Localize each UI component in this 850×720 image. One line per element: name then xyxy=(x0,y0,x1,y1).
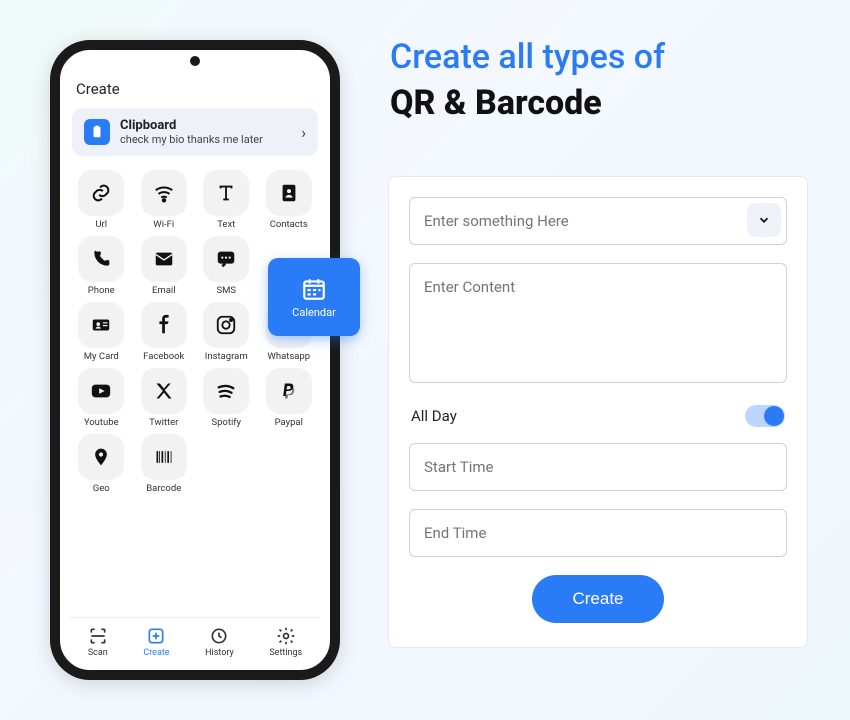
contacts-icon xyxy=(278,182,300,204)
tile-label: Youtube xyxy=(84,417,119,428)
title-input[interactable] xyxy=(409,197,787,245)
content-input[interactable] xyxy=(409,263,787,383)
tile-contacts[interactable]: Contacts xyxy=(260,170,319,230)
wifi-icon xyxy=(153,182,175,204)
type-grid: Url Wi-Fi Text Contacts Phone Email xyxy=(70,170,320,617)
tile-label: Text xyxy=(217,219,235,230)
end-row xyxy=(409,509,787,557)
phone-screen: Create Clipboard check my bio thanks me … xyxy=(60,50,330,670)
tile-spotify[interactable]: Spotify xyxy=(197,368,256,428)
end-time-input[interactable] xyxy=(409,509,787,557)
text-icon xyxy=(215,182,237,204)
callout-label: Calendar xyxy=(292,306,336,319)
create-form: All Day Create xyxy=(388,176,808,648)
tile-url[interactable]: Url xyxy=(72,170,131,230)
headline: Create all types of QR & Barcode xyxy=(390,35,810,127)
sms-icon xyxy=(215,248,237,270)
start-row xyxy=(409,443,787,491)
scan-icon xyxy=(88,626,108,646)
tile-phone[interactable]: Phone xyxy=(72,236,131,296)
tile-text[interactable]: Text xyxy=(197,170,256,230)
card-icon xyxy=(90,314,112,336)
tile-email[interactable]: Email xyxy=(135,236,194,296)
email-icon xyxy=(153,248,175,270)
clipboard-icon xyxy=(84,119,110,145)
tile-twitter[interactable]: Twitter xyxy=(135,368,194,428)
tile-barcode[interactable]: Barcode xyxy=(135,434,194,494)
start-time-input[interactable] xyxy=(409,443,787,491)
tile-label: Whatsapp xyxy=(267,351,310,362)
tile-paypal[interactable]: Paypal xyxy=(260,368,319,428)
tile-label: SMS xyxy=(216,285,236,296)
youtube-icon xyxy=(89,380,113,402)
tile-label: Barcode xyxy=(146,483,181,494)
link-icon xyxy=(90,182,112,204)
tile-label: Paypal xyxy=(275,417,303,428)
clipboard-subtitle: check my bio thanks me later xyxy=(120,133,291,146)
screen-title: Create xyxy=(76,80,314,98)
switch-knob xyxy=(764,406,784,426)
chevron-down-icon xyxy=(757,213,771,227)
tile-mycard[interactable]: My Card xyxy=(72,302,131,362)
tile-label: Twitter xyxy=(149,417,178,428)
tile-label: Instagram xyxy=(205,351,248,362)
paypal-icon xyxy=(279,380,299,402)
clipboard-card[interactable]: Clipboard check my bio thanks me later › xyxy=(72,108,318,156)
barcode-icon xyxy=(152,447,176,467)
allday-toggle[interactable] xyxy=(745,405,785,427)
tile-facebook[interactable]: Facebook xyxy=(135,302,194,362)
x-icon xyxy=(154,381,174,401)
headline-line1: Create all types of xyxy=(390,35,810,81)
nav-history[interactable]: History xyxy=(205,626,234,658)
clipboard-title: Clipboard xyxy=(120,118,291,133)
history-icon xyxy=(209,626,229,646)
content-field-row xyxy=(409,263,787,387)
create-button[interactable]: Create xyxy=(532,575,663,623)
title-field-row xyxy=(409,197,787,245)
nav-create[interactable]: Create xyxy=(143,626,169,658)
tile-wifi[interactable]: Wi-Fi xyxy=(135,170,194,230)
phone-mock: Create Clipboard check my bio thanks me … xyxy=(50,40,340,680)
nav-label: Create xyxy=(143,648,169,658)
spotify-icon xyxy=(215,380,237,402)
facebook-icon xyxy=(153,314,175,336)
gear-icon xyxy=(276,626,296,646)
nav-scan[interactable]: Scan xyxy=(88,626,108,658)
nav-label: History xyxy=(205,648,234,658)
nav-settings[interactable]: Settings xyxy=(269,626,302,658)
bottom-nav: Scan Create History Settings xyxy=(70,617,320,670)
clipboard-text: Clipboard check my bio thanks me later xyxy=(120,118,291,146)
tile-label: Phone xyxy=(88,285,115,296)
tile-label: Facebook xyxy=(143,351,184,362)
tile-label: Email xyxy=(152,285,176,296)
allday-row: All Day xyxy=(409,405,787,427)
tile-label: Wi-Fi xyxy=(153,219,174,230)
instagram-icon xyxy=(215,314,237,336)
tile-label: Spotify xyxy=(211,417,241,428)
tile-sms[interactable]: SMS xyxy=(197,236,256,296)
allday-label: All Day xyxy=(411,407,457,425)
headline-line2: QR & Barcode xyxy=(390,81,810,127)
calendar-icon xyxy=(301,276,327,302)
chevron-right-icon: › xyxy=(301,123,306,142)
phone-icon xyxy=(91,249,111,269)
tile-geo[interactable]: Geo xyxy=(72,434,131,494)
tile-label: Geo xyxy=(93,483,110,494)
tile-instagram[interactable]: Instagram xyxy=(197,302,256,362)
dropdown-button[interactable] xyxy=(747,203,781,237)
nav-label: Scan xyxy=(88,648,108,658)
tile-label: Contacts xyxy=(270,219,308,230)
nav-label: Settings xyxy=(269,648,302,658)
tile-label: Url xyxy=(95,219,107,230)
pin-icon xyxy=(91,446,111,468)
calendar-callout[interactable]: Calendar xyxy=(268,258,360,336)
tile-label: My Card xyxy=(84,351,119,362)
create-icon xyxy=(146,626,166,646)
tile-youtube[interactable]: Youtube xyxy=(72,368,131,428)
